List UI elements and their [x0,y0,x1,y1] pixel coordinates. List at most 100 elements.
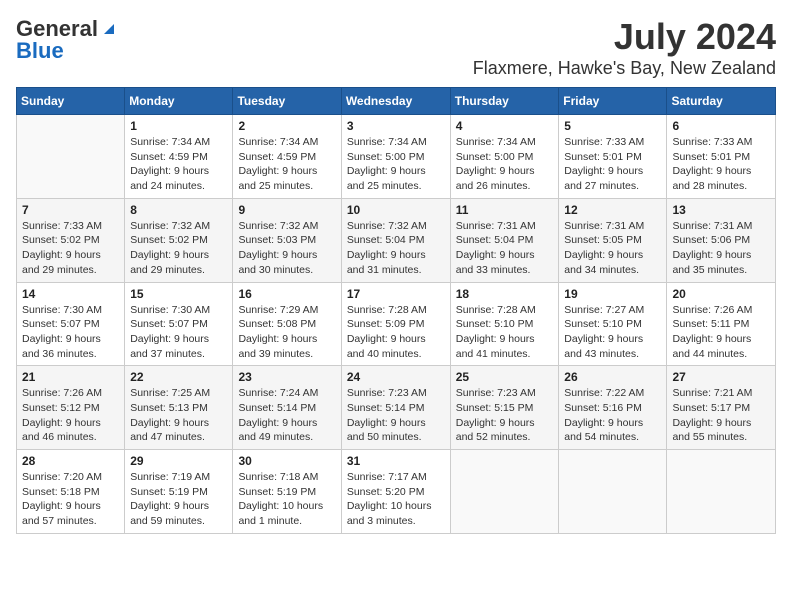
day-info: Sunrise: 7:33 AMSunset: 5:01 PMDaylight:… [672,135,770,194]
day-info: Sunrise: 7:23 AMSunset: 5:14 PMDaylight:… [347,386,445,445]
day-info: Sunrise: 7:22 AMSunset: 5:16 PMDaylight:… [564,386,661,445]
calendar-cell [559,450,667,534]
day-number: 11 [456,203,554,217]
day-number: 25 [456,370,554,384]
calendar-cell: 27Sunrise: 7:21 AMSunset: 5:17 PMDayligh… [667,366,776,450]
calendar-cell: 21Sunrise: 7:26 AMSunset: 5:12 PMDayligh… [17,366,125,450]
day-number: 4 [456,119,554,133]
day-header-saturday: Saturday [667,88,776,115]
calendar-cell: 9Sunrise: 7:32 AMSunset: 5:03 PMDaylight… [233,198,341,282]
day-info: Sunrise: 7:18 AMSunset: 5:19 PMDaylight:… [238,470,335,529]
day-info: Sunrise: 7:19 AMSunset: 5:19 PMDaylight:… [130,470,227,529]
calendar-title: July 2024 [473,16,776,58]
day-info: Sunrise: 7:34 AMSunset: 5:00 PMDaylight:… [456,135,554,194]
day-number: 3 [347,119,445,133]
page-header: General Blue July 2024 Flaxmere, Hawke's… [16,16,776,79]
calendar-cell: 25 Sunrise: 7:23 AMSunset: 5:15 PMDayligh… [450,366,559,450]
day-number: 2 [238,119,335,133]
calendar-week-row: 7 Sunrise: 7:33 AMSunset: 5:02 PMDaylight… [17,198,776,282]
day-number: 8 [130,203,227,217]
day-number: 30 [238,454,335,468]
calendar-cell: 28 Sunrise: 7:20 AMSunset: 5:18 PMDayligh… [17,450,125,534]
day-info: Sunrise: 7:34 AMSunset: 5:00 PMDaylight:… [347,135,445,194]
day-info: Sunrise: 7:34 AMSunset: 4:59 PMDaylight:… [238,135,335,194]
calendar-cell: 4 Sunrise: 7:34 AMSunset: 5:00 PMDaylight… [450,115,559,199]
logo-blue-text: Blue [16,38,64,64]
day-info: Sunrise: 7:24 AMSunset: 5:14 PMDaylight:… [238,386,335,445]
calendar-cell: 22Sunrise: 7:25 AMSunset: 5:13 PMDayligh… [125,366,233,450]
day-number: 26 [564,370,661,384]
day-info: Sunrise: 7:28 AMSunset: 5:10 PMDaylight:… [456,303,554,362]
day-number: 29 [130,454,227,468]
calendar-cell: 19Sunrise: 7:27 AMSunset: 5:10 PMDayligh… [559,282,667,366]
day-header-thursday: Thursday [450,88,559,115]
day-info: Sunrise: 7:21 AMSunset: 5:17 PMDaylight:… [672,386,770,445]
day-header-sunday: Sunday [17,88,125,115]
calendar-cell: 15Sunrise: 7:30 AMSunset: 5:07 PMDayligh… [125,282,233,366]
day-number: 28 [22,454,119,468]
day-number: 23 [238,370,335,384]
calendar-week-row: 28 Sunrise: 7:20 AMSunset: 5:18 PMDayligh… [17,450,776,534]
calendar-subtitle: Flaxmere, Hawke's Bay, New Zealand [473,58,776,79]
title-block: July 2024 Flaxmere, Hawke's Bay, New Zea… [473,16,776,79]
logo-triangle-icon [100,20,118,38]
day-number: 12 [564,203,661,217]
calendar-cell: 23 Sunrise: 7:24 AMSunset: 5:14 PMDayligh… [233,366,341,450]
day-number: 15 [130,287,227,301]
day-number: 14 [22,287,119,301]
day-info: Sunrise: 7:28 AMSunset: 5:09 PMDaylight:… [347,303,445,362]
day-number: 10 [347,203,445,217]
calendar-cell: 8 Sunrise: 7:32 AMSunset: 5:02 PMDaylight… [125,198,233,282]
day-number: 1 [130,119,227,133]
calendar-cell: 5Sunrise: 7:33 AMSunset: 5:01 PMDaylight… [559,115,667,199]
calendar-cell: 6 Sunrise: 7:33 AMSunset: 5:01 PMDaylight… [667,115,776,199]
day-header-tuesday: Tuesday [233,88,341,115]
day-info: Sunrise: 7:23 AMSunset: 5:15 PMDaylight:… [456,386,554,445]
calendar-cell [17,115,125,199]
day-info: Sunrise: 7:31 AMSunset: 5:05 PMDaylight:… [564,219,661,278]
day-info: Sunrise: 7:25 AMSunset: 5:13 PMDaylight:… [130,386,227,445]
logo: General Blue [16,16,118,64]
day-info: Sunrise: 7:33 AMSunset: 5:02 PMDaylight:… [22,219,119,278]
day-number: 13 [672,203,770,217]
calendar-week-row: 14 Sunrise: 7:30 AMSunset: 5:07 PMDayligh… [17,282,776,366]
calendar-table: SundayMondayTuesdayWednesdayThursdayFrid… [16,87,776,534]
day-info: Sunrise: 7:17 AMSunset: 5:20 PMDaylight:… [347,470,445,529]
calendar-cell: 20 Sunrise: 7:26 AMSunset: 5:11 PMDayligh… [667,282,776,366]
day-number: 7 [22,203,119,217]
day-info: Sunrise: 7:34 AMSunset: 4:59 PMDaylight:… [130,135,227,194]
calendar-cell: 1 Sunrise: 7:34 AMSunset: 4:59 PMDaylight… [125,115,233,199]
day-info: Sunrise: 7:33 AMSunset: 5:01 PMDaylight:… [564,135,661,194]
calendar-cell: 7 Sunrise: 7:33 AMSunset: 5:02 PMDaylight… [17,198,125,282]
day-info: Sunrise: 7:29 AMSunset: 5:08 PMDaylight:… [238,303,335,362]
calendar-cell: 2 Sunrise: 7:34 AMSunset: 4:59 PMDaylight… [233,115,341,199]
day-number: 24 [347,370,445,384]
day-info: Sunrise: 7:26 AMSunset: 5:11 PMDaylight:… [672,303,770,362]
calendar-header-row: SundayMondayTuesdayWednesdayThursdayFrid… [17,88,776,115]
day-number: 6 [672,119,770,133]
calendar-cell: 10Sunrise: 7:32 AMSunset: 5:04 PMDayligh… [341,198,450,282]
calendar-cell: 24 Sunrise: 7:23 AMSunset: 5:14 PMDayligh… [341,366,450,450]
calendar-cell: 26 Sunrise: 7:22 AMSunset: 5:16 PMDayligh… [559,366,667,450]
calendar-cell: 18Sunrise: 7:28 AMSunset: 5:10 PMDayligh… [450,282,559,366]
day-info: Sunrise: 7:31 AMSunset: 5:06 PMDaylight:… [672,219,770,278]
calendar-cell: 11 Sunrise: 7:31 AMSunset: 5:04 PMDayligh… [450,198,559,282]
calendar-cell: 30 Sunrise: 7:18 AMSunset: 5:19 PMDayligh… [233,450,341,534]
day-number: 20 [672,287,770,301]
calendar-cell: 17 Sunrise: 7:28 AMSunset: 5:09 PMDayligh… [341,282,450,366]
day-info: Sunrise: 7:32 AMSunset: 5:03 PMDaylight:… [238,219,335,278]
calendar-week-row: 1 Sunrise: 7:34 AMSunset: 4:59 PMDaylight… [17,115,776,199]
day-header-wednesday: Wednesday [341,88,450,115]
calendar-cell: 16 Sunrise: 7:29 AMSunset: 5:08 PMDayligh… [233,282,341,366]
day-number: 17 [347,287,445,301]
calendar-cell [667,450,776,534]
day-header-monday: Monday [125,88,233,115]
day-info: Sunrise: 7:30 AMSunset: 5:07 PMDaylight:… [22,303,119,362]
day-info: Sunrise: 7:32 AMSunset: 5:02 PMDaylight:… [130,219,227,278]
calendar-cell: 12 Sunrise: 7:31 AMSunset: 5:05 PMDayligh… [559,198,667,282]
day-number: 16 [238,287,335,301]
day-info: Sunrise: 7:20 AMSunset: 5:18 PMDaylight:… [22,470,119,529]
calendar-cell: 31Sunrise: 7:17 AMSunset: 5:20 PMDayligh… [341,450,450,534]
calendar-cell: 3 Sunrise: 7:34 AMSunset: 5:00 PMDaylight… [341,115,450,199]
day-info: Sunrise: 7:31 AMSunset: 5:04 PMDaylight:… [456,219,554,278]
